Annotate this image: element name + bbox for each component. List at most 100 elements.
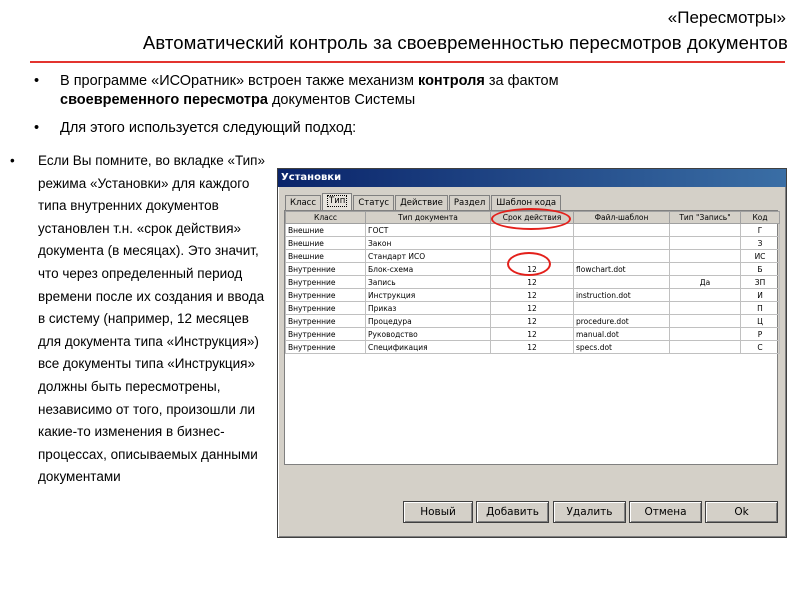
empty-cell: [574, 432, 670, 445]
empty-cell: [366, 354, 491, 367]
table-row[interactable]: Внутренние Спецификация 12 specs.dot С: [285, 340, 780, 354]
left-explanation: • Если Вы помните, во вкладке «Тип» режи…: [10, 150, 275, 489]
table-cell: 12: [490, 301, 574, 315]
tab-section[interactable]: Раздел: [448, 195, 491, 211]
table-cell: [490, 236, 574, 250]
doc-type-grid[interactable]: Класс Тип документа Срок действия Файл-шабл…: [284, 210, 780, 465]
table-row[interactable]: Внешние Закон З: [285, 236, 780, 250]
empty-cell: [741, 367, 780, 380]
empty-cell: [366, 419, 491, 432]
table-cell: [573, 275, 670, 289]
table-cell: Приказ: [365, 301, 491, 315]
bullet-marker: •: [34, 73, 40, 89]
table-cell: 12: [490, 327, 574, 341]
table-cell: [669, 262, 741, 276]
button-cancel[interactable]: Отмена: [629, 501, 702, 523]
empty-cell: [741, 393, 780, 406]
table-cell: ЗП: [740, 275, 780, 289]
empty-cell: [491, 419, 574, 432]
table-cell: Ц: [740, 314, 780, 328]
empty-cell: [670, 380, 741, 393]
table-row[interactable]: Внутренние Приказ 12 П: [285, 301, 780, 315]
table-cell: Внутренние: [285, 340, 366, 354]
empty-cell: [491, 406, 574, 419]
button-ok[interactable]: Ok: [705, 501, 778, 523]
table-cell: Инструкция: [365, 288, 491, 302]
empty-cell: [286, 380, 366, 393]
table-cell: 12: [490, 275, 574, 289]
table-cell: flowchart.dot: [573, 262, 670, 276]
bullet-marker: •: [10, 153, 15, 168]
table-cell: ГОСТ: [365, 223, 491, 237]
empty-cell: [574, 367, 670, 380]
tab-action[interactable]: Действие: [395, 195, 448, 211]
table-cell: [573, 301, 670, 315]
empty-cell: [574, 419, 670, 432]
empty-row: [286, 380, 780, 393]
empty-cell: [366, 432, 491, 445]
table-cell: [573, 223, 670, 237]
bullet-text: Для этого используется следующий подход:: [60, 120, 357, 136]
table-cell: [669, 236, 741, 250]
button-delete[interactable]: Удалить: [553, 501, 626, 523]
table-cell: Б: [740, 262, 780, 276]
column-header[interactable]: Тип "Запись": [669, 211, 741, 224]
table-cell: [669, 288, 741, 302]
table-cell: [573, 249, 670, 263]
table-cell: Запись: [365, 275, 491, 289]
column-header[interactable]: Тип документа: [365, 211, 491, 224]
table-cell: [669, 249, 741, 263]
empty-cell: [741, 432, 780, 445]
table-row[interactable]: Внутренние Инструкция 12 instruction.dot И: [285, 288, 780, 302]
empty-cell: [286, 406, 366, 419]
table-cell: З: [740, 236, 780, 250]
table-cell: Закон: [365, 236, 491, 250]
empty-cell: [574, 406, 670, 419]
empty-row: [286, 354, 780, 367]
table-cell: 12: [490, 288, 574, 302]
table-cell: И: [740, 288, 780, 302]
empty-cell: [366, 367, 491, 380]
empty-cell: [574, 380, 670, 393]
table-cell: Стандарт ИСО: [365, 249, 491, 263]
bullet-item: • В программе «ИСОратник» встроен также …: [30, 72, 780, 110]
bullet-item: • Для этого используется следующий подхо…: [30, 119, 780, 138]
table-cell: Внешние: [285, 223, 366, 237]
table-cell: 12: [490, 340, 574, 354]
table-cell: Руководство: [365, 327, 491, 341]
column-header[interactable]: Класс: [285, 211, 366, 224]
tab-type[interactable]: Тип: [322, 193, 353, 211]
table-cell: specs.dot: [573, 340, 670, 354]
table-cell: Процедура: [365, 314, 491, 328]
tab-class[interactable]: Класс: [285, 195, 322, 211]
table-cell: [669, 223, 741, 237]
table-row[interactable]: Внутренние Запись 12 Да ЗП: [285, 275, 780, 289]
table-row[interactable]: Внутренние Руководство 12 manual.dot Р: [285, 327, 780, 341]
empty-cell: [741, 354, 780, 367]
table-cell: Спецификация: [365, 340, 491, 354]
table-row[interactable]: Внутренние Процедура 12 procedure.dot Ц: [285, 314, 780, 328]
table-cell: Внешние: [285, 249, 366, 263]
empty-cell: [491, 432, 574, 445]
button-add[interactable]: Добавить: [476, 501, 549, 523]
empty-cell: [366, 393, 491, 406]
button-new[interactable]: Новый: [403, 501, 473, 523]
table-cell: П: [740, 301, 780, 315]
empty-cell: [286, 419, 366, 432]
table-cell: Г: [740, 223, 780, 237]
table-cell: Внутренние: [285, 262, 366, 276]
empty-row: [286, 367, 780, 380]
column-header[interactable]: Код: [740, 211, 780, 224]
empty-cell: [741, 419, 780, 432]
highlight-ellipse-value: [507, 252, 551, 276]
table-cell: Да: [669, 275, 741, 289]
dialog-titlebar: Установки: [278, 169, 786, 187]
table-cell: Внутренние: [285, 327, 366, 341]
empty-cell: [366, 380, 491, 393]
table-cell: [669, 314, 741, 328]
table-cell: С: [740, 340, 780, 354]
tab-status[interactable]: Статус: [353, 195, 395, 211]
table-cell: Блок-схема: [365, 262, 491, 276]
column-header[interactable]: Файл-шаблон: [573, 211, 670, 224]
doc-type-table: Класс Тип документа Срок действия Файл-шабл…: [285, 211, 780, 445]
